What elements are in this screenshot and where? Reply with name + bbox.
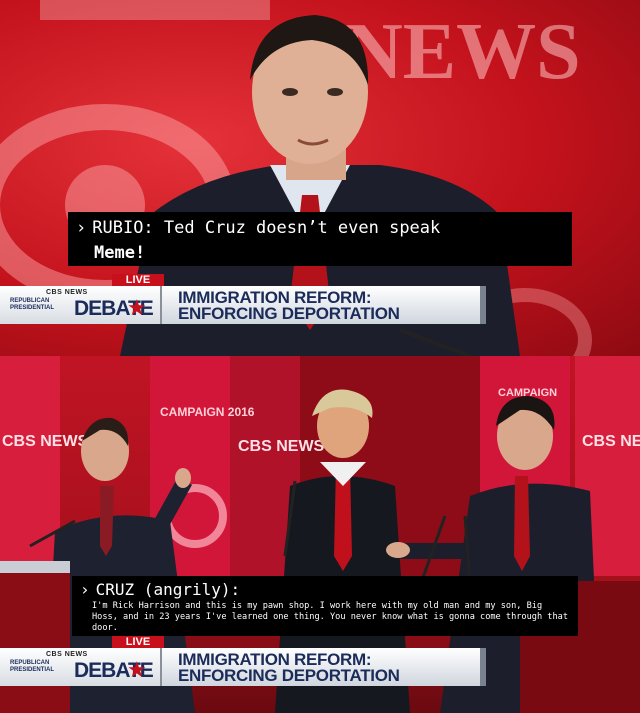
lower-third-banner: LIVE CBS NEWS REPUBLICAN PRESIDENTIAL DE… — [0, 274, 640, 324]
background-news-text: NEWS — [345, 8, 581, 96]
chevron-right-icon: › — [80, 580, 90, 599]
network-label: CBS NEWS — [46, 289, 88, 296]
backdrop-panel — [0, 356, 60, 576]
headline-box: IMMIGRATION REFORM: ENFORCING DEPORTATIO… — [162, 648, 486, 686]
headline-line2: ENFORCING DEPORTATION — [178, 666, 400, 685]
debate-logo: CBS NEWS REPUBLICAN PRESIDENTIAL DEBATE … — [0, 648, 162, 686]
caption-box-top: › RUBIO: Ted Cruz doesn’t even speak Meme… — [68, 212, 572, 266]
star-icon: ★ — [127, 657, 147, 682]
podium-top — [0, 561, 70, 573]
top-panel: NEWS › RUBIO: Ted Cruz doesn’t even speak… — [0, 0, 640, 356]
headline-line2: ENFORCING DEPORTATION — [178, 304, 400, 323]
backdrop-text-cbs-right: CBS NEWS — [582, 433, 640, 450]
headline-box: IMMIGRATION REFORM: ENFORCING DEPORTATIO… — [162, 286, 486, 324]
event-small-label: REPUBLICAN PRESIDENTIAL — [10, 660, 55, 673]
star-icon: ★ — [127, 295, 147, 320]
backdrop-text-campaign: CAMPAIGN 2016 — [160, 405, 255, 419]
caption-box-bottom: › CRUZ (angrily): I'm Rick Harrison and t… — [72, 576, 578, 636]
background-year-band — [40, 0, 270, 20]
lower-third-banner-bottom: LIVE CBS NEWS REPUBLICAN PRESIDENTIAL DE… — [0, 636, 640, 686]
chevron-right-icon: › — [76, 218, 87, 238]
debate-logo: CBS NEWS REPUBLICAN PRESIDENTIAL DEBATE … — [0, 286, 162, 324]
caption-speaker: CRUZ (angrily): — [95, 580, 241, 599]
caption-text: Ted Cruz doesn’t even speak — [163, 218, 441, 238]
event-small-label: REPUBLICAN PRESIDENTIAL — [10, 298, 55, 311]
caption-text-line2: Meme! — [94, 243, 146, 263]
caption-speaker: RUBIO: — [92, 218, 154, 238]
caption-quote: I'm Rick Harrison and this is my pawn sh… — [92, 601, 568, 633]
backdrop-text-cbs-left: CBS NEWS — [2, 433, 89, 450]
network-label: CBS NEWS — [46, 651, 88, 658]
backdrop-text-cbs-center: CBS NEWS — [238, 438, 325, 455]
